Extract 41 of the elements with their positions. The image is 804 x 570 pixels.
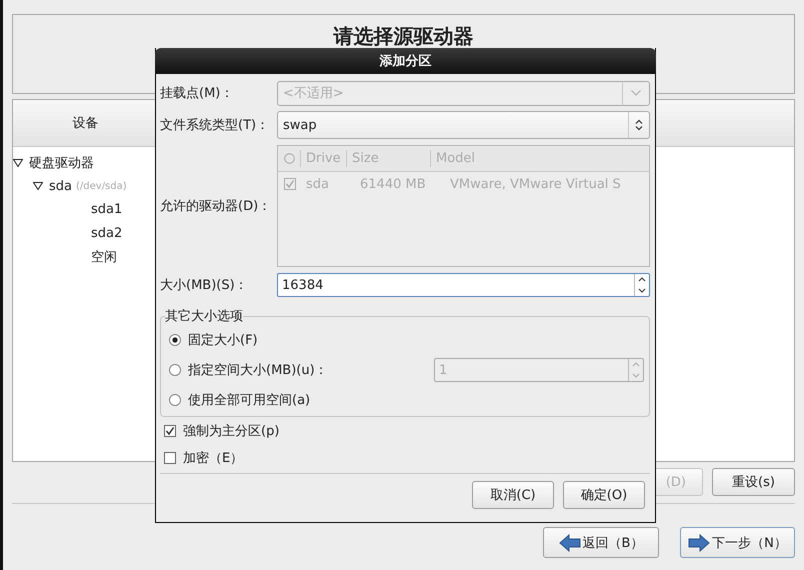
- column-header[interactable]: 设备: [13, 114, 158, 132]
- field-label: 允许的驱动器(D)：: [160, 198, 272, 215]
- dialog-button[interactable]: 取消(C): [472, 481, 554, 509]
- filesystem-combo[interactable]: swap: [277, 111, 650, 139]
- expander-icon[interactable]: [33, 182, 43, 190]
- radio-label[interactable]: 指定空间大小(MB)(u)：: [188, 361, 328, 379]
- panel-button[interactable]: 重设(s): [712, 468, 795, 496]
- radio-button[interactable]: [169, 334, 181, 346]
- circle-icon: [284, 153, 295, 164]
- checkbox[interactable]: [164, 452, 176, 464]
- up-down-icon: [635, 119, 643, 131]
- table-cell-text: 61440 MB: [359, 176, 427, 192]
- dialog-button[interactable]: 确定(O): [563, 481, 645, 509]
- dropdown-icon: [631, 90, 641, 96]
- group-legend: 其它大小选项: [165, 307, 243, 325]
- back-button[interactable]: 返回（B）: [543, 527, 659, 558]
- radio-button[interactable]: [169, 364, 181, 376]
- field-label: 文件系统类型(T)：: [160, 117, 270, 134]
- tree-item[interactable]: 空闲: [91, 248, 117, 266]
- checkbox-label[interactable]: 加密（E）: [183, 448, 244, 466]
- radio-label[interactable]: 固定大小(F): [188, 331, 258, 349]
- expander-icon[interactable]: [13, 158, 23, 167]
- tree-item[interactable]: sda1: [91, 202, 122, 218]
- checkbox[interactable]: [164, 424, 176, 436]
- field-label: 挂载点(M)：: [160, 85, 234, 102]
- right-arrow-icon: [688, 534, 710, 552]
- tree-item[interactable]: sda2: [91, 226, 122, 241]
- left-arrow-icon: [558, 534, 581, 552]
- checkbox-label[interactable]: 強制为主分区(p): [183, 422, 280, 440]
- radio-button[interactable]: [169, 394, 181, 406]
- table-cell-text: VMware, VMware Virtual S: [449, 176, 622, 192]
- radio-label[interactable]: 使用全部可用空间(a): [188, 391, 310, 409]
- size-spinbox[interactable]: 16384: [277, 273, 650, 297]
- tree-item[interactable]: 硬盘驱动器: [29, 154, 94, 172]
- next-button[interactable]: 下一步（N）: [680, 527, 795, 558]
- page-heading: 请选择源驱动器: [334, 26, 474, 47]
- device-path: (/dev/sda): [76, 180, 127, 192]
- tree-item[interactable]: sda: [49, 178, 72, 194]
- table-cell-text: sda: [305, 176, 330, 192]
- dialog-title: 添加分区: [380, 53, 432, 70]
- field-label: 大小(MB)(S)：: [160, 277, 249, 294]
